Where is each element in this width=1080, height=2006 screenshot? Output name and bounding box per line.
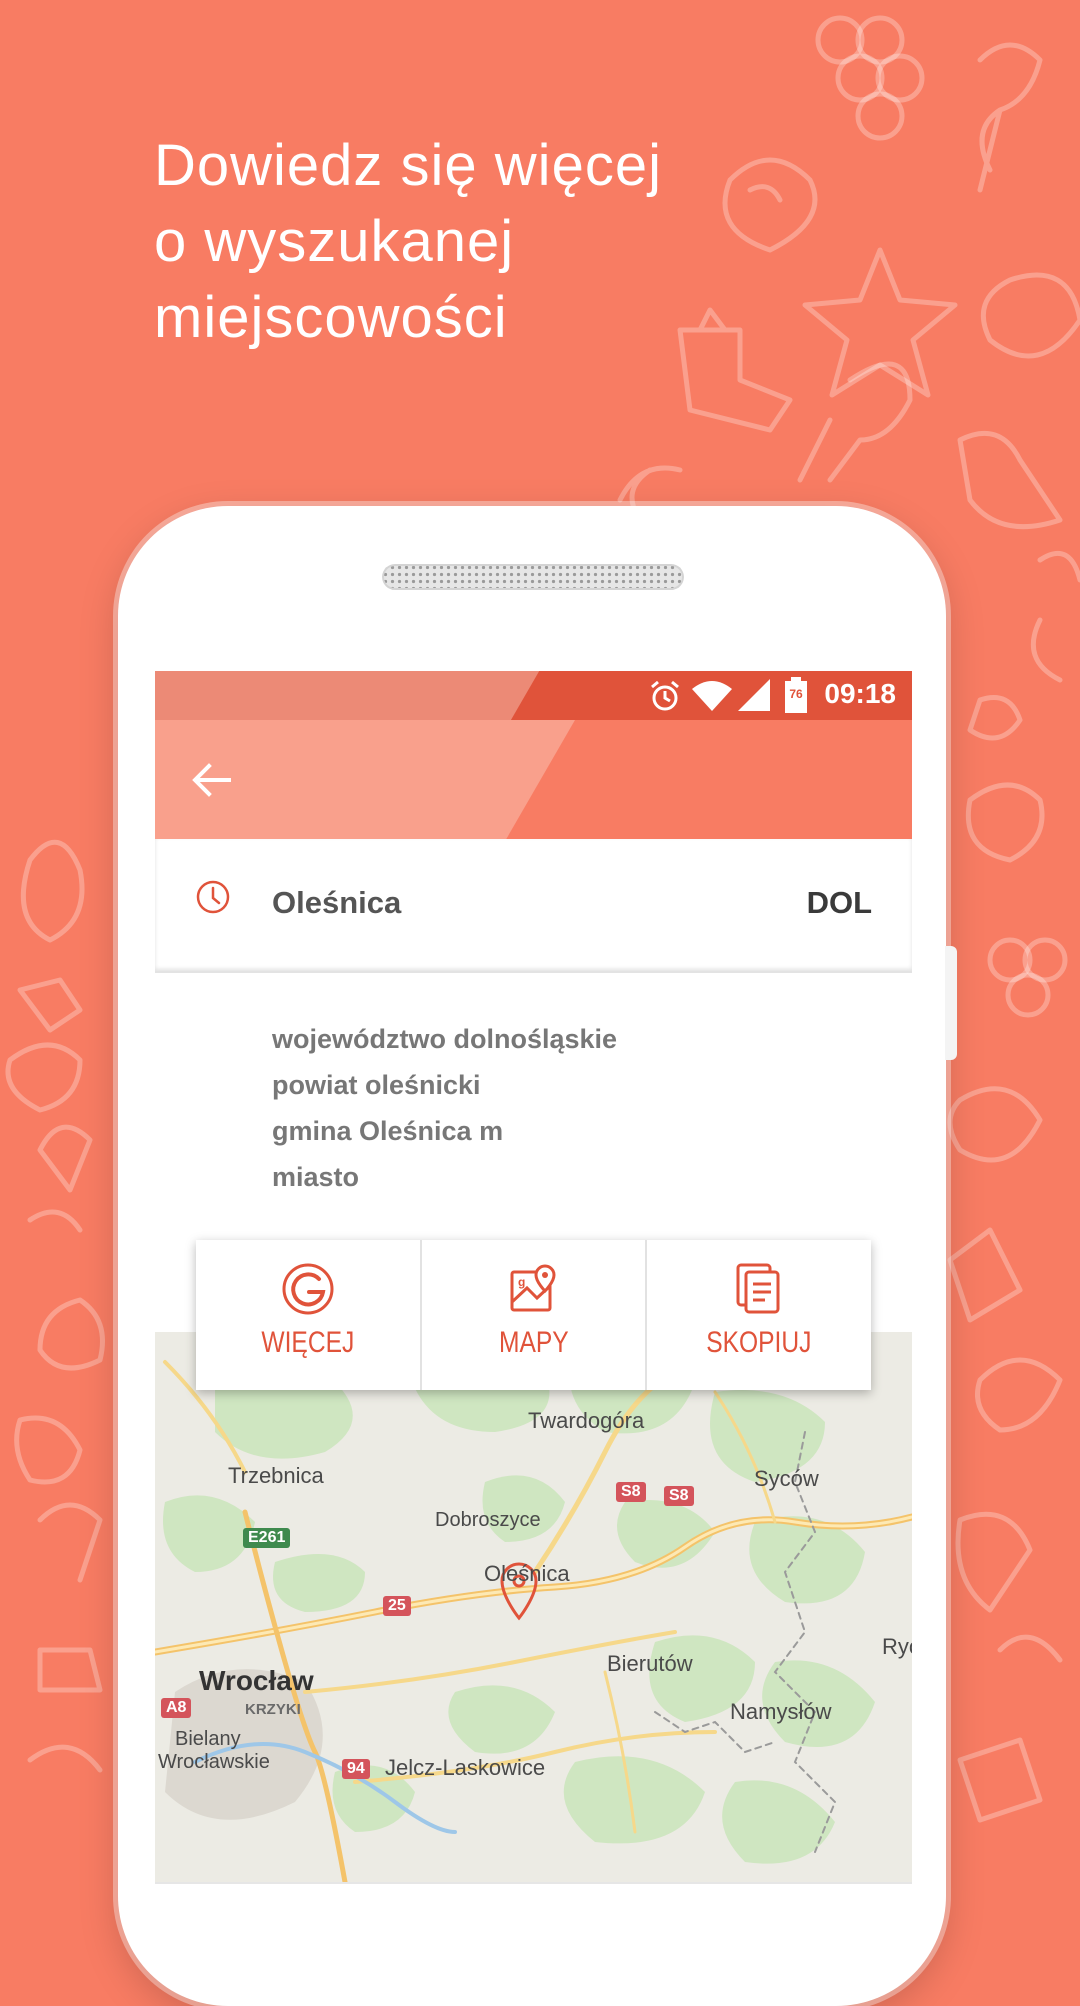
battery-level: 76 (789, 687, 803, 701)
map-place-label: Dobroszyce (435, 1509, 541, 1531)
map-place-label: Twardogóra (528, 1408, 645, 1433)
road-shield: E261 (243, 1528, 291, 1548)
headline-line: Dowiedz się więcej (154, 133, 662, 198)
copy-button[interactable]: SKOPIUJ (647, 1240, 871, 1390)
road-shield: S8 (616, 1482, 646, 1502)
result-details: województwo dolnośląskie powiat oleśnick… (272, 1016, 617, 1200)
location-map[interactable]: Twardogóra Trzebnica Syców Dobroszyce Ol… (155, 1332, 912, 1882)
map-place-label: Oleśnica (484, 1561, 570, 1586)
map-place-label: KRZYKI (245, 1701, 301, 1718)
headline-line: o wyszukanej (154, 209, 515, 274)
app-toolbar (155, 720, 912, 839)
google-icon (282, 1263, 334, 1315)
status-bar: 76 09:18 (155, 671, 912, 720)
detail-county: powiat oleśnicki (272, 1070, 481, 1100)
detail-voivodeship: województwo dolnośląskie (272, 1024, 618, 1054)
map-place-label: Bielany (175, 1728, 241, 1750)
maps-button-label: MAPY (498, 1326, 569, 1359)
copy-button-label: SKOPIUJ (706, 1326, 812, 1359)
copy-icon (736, 1263, 780, 1314)
search-result-row[interactable]: Oleśnica DOL (155, 839, 912, 973)
alarm-icon (651, 680, 679, 711)
wifi-icon (692, 681, 732, 711)
more-button[interactable]: WIĘCEJ (196, 1240, 422, 1390)
status-bar-highlight (155, 671, 546, 720)
phone-speaker (382, 564, 684, 590)
status-time: 09:18 (824, 678, 896, 709)
app-screen: 76 09:18 Oleśnica DOL województwo dolnoś… (155, 671, 912, 1920)
cell-signal-icon (738, 679, 770, 711)
arrow-back-icon[interactable] (191, 763, 231, 797)
map-place-label: Wrocławskie (158, 1751, 270, 1773)
svg-text:g: g (518, 1275, 525, 1289)
map-place-label: Jelcz-Laskowice (385, 1755, 546, 1780)
more-button-label: WIĘCEJ (261, 1326, 355, 1359)
road-shield: S8 (664, 1486, 694, 1506)
promo-headline: Dowiedz się więcej o wyszukanej miejscow… (154, 128, 914, 356)
map-place-label: Wrocław (199, 1665, 314, 1696)
history-clock-icon (196, 880, 230, 914)
map-place-label: Bierutów (607, 1651, 693, 1676)
action-bar: WIĘCEJ g MAPY SKOPIUJ (196, 1240, 871, 1390)
map-pin-icon: g (510, 1264, 556, 1312)
map-place-label: Trzebnica (228, 1463, 324, 1488)
map-place-label: Namysłów (730, 1699, 832, 1724)
divider (155, 1882, 912, 1884)
detail-type: miasto (272, 1162, 360, 1192)
detail-commune: gmina Oleśnica m (272, 1116, 504, 1146)
road-shield: A8 (161, 1698, 192, 1718)
result-region-code: DOL (806, 885, 872, 920)
headline-line: miejscowości (154, 285, 508, 350)
phone-side-button (945, 946, 957, 1060)
result-city-name: Oleśnica (272, 885, 402, 920)
road-shield: 94 (342, 1759, 370, 1779)
road-shield: 25 (383, 1596, 411, 1616)
map-place-label: Rychta (882, 1634, 912, 1659)
map-place-label: Syców (754, 1466, 819, 1491)
maps-button[interactable]: g MAPY (422, 1240, 648, 1390)
